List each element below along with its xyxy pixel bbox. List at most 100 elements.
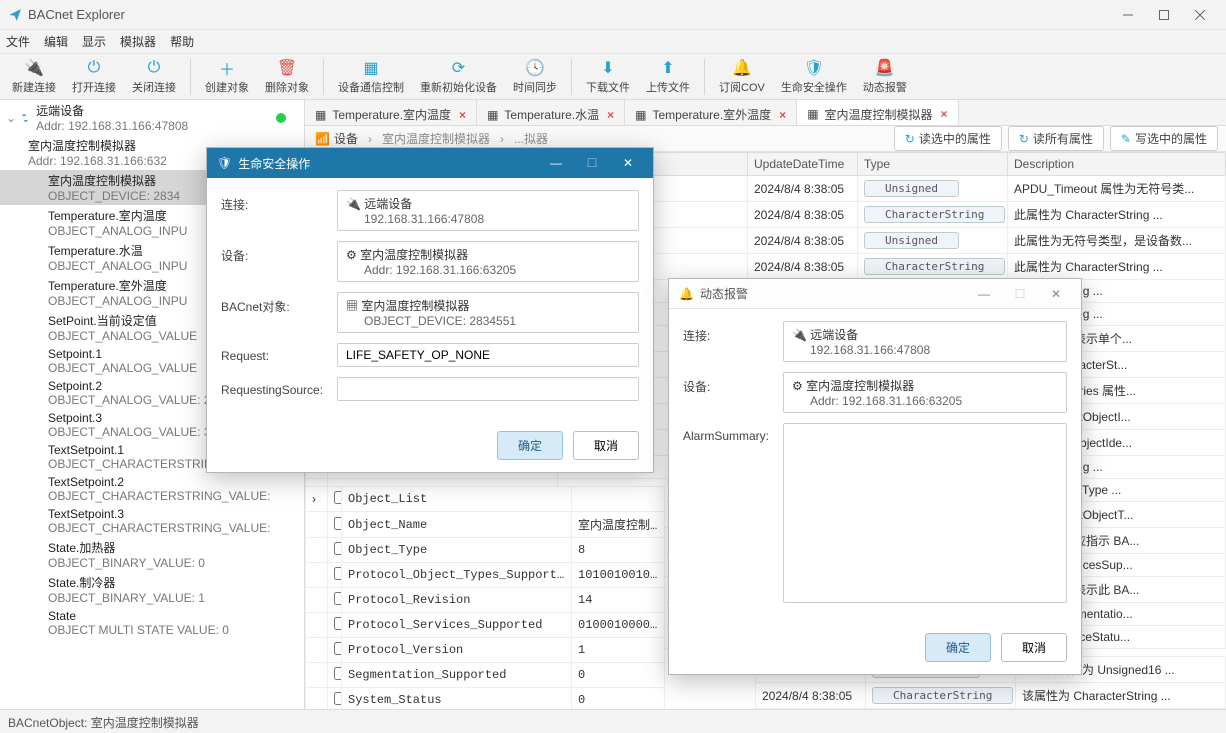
tree-item-title: State.制冷器: [48, 574, 300, 591]
close-icon[interactable]: ×: [459, 108, 466, 122]
ok-button[interactable]: 确定: [925, 633, 991, 662]
dialog-close-button[interactable]: ✕: [613, 156, 643, 170]
toolbar-alarm[interactable]: 🚨动态报警: [855, 57, 915, 97]
tree-item-sub: OBJECT_CHARACTERSTRING_VALUE:: [48, 489, 300, 503]
row-checkbox[interactable]: [334, 491, 342, 504]
toolbar-separator: [704, 59, 705, 95]
connection-picker[interactable]: 🔌 远端设备 192.168.31.166:47808: [337, 190, 639, 231]
toolbar-clock[interactable]: 🕓时间同步: [505, 57, 565, 97]
tree-object[interactable]: TextSetpoint.3OBJECT_CHARACTERSTRING_VAL…: [0, 505, 304, 537]
breadcrumb[interactable]: 📶设备: [305, 128, 368, 149]
dialog-titlebar[interactable]: 🛡 生命安全操作 — ☐ ✕: [207, 148, 653, 178]
menu-view[interactable]: 显示: [82, 33, 106, 50]
toolbar-trash[interactable]: 🗑删除对象: [257, 57, 317, 97]
dialog-maximize-button[interactable]: ☐: [577, 156, 607, 170]
grid-header-type[interactable]: Type: [858, 153, 1008, 176]
toolbar-refresh[interactable]: ⟳重新初始化设备: [412, 57, 505, 97]
alarm-icon: 🔔: [679, 287, 694, 301]
table-row[interactable]: System_Status0: [306, 688, 665, 710]
titlebar: BACnet Explorer: [0, 0, 1226, 30]
toolbar-upload[interactable]: ⬆上传文件: [638, 57, 698, 97]
table-row[interactable]: Object_Type8: [306, 538, 665, 563]
object-picker[interactable]: ▦ 室内温度控制模拟器 OBJECT_DEVICE: 2834551: [337, 292, 639, 333]
menu-file[interactable]: 文件: [6, 33, 30, 50]
connection-picker[interactable]: 🔌 远端设备 192.168.31.166:47808: [783, 321, 1067, 362]
toolbar-bell[interactable]: 🔔订阅COV: [711, 57, 773, 97]
field-label: AlarmSummary:: [683, 423, 783, 443]
field-label: RequestingSource:: [221, 377, 337, 397]
grid-icon: ▦: [315, 108, 326, 122]
device-picker[interactable]: ⚙ 室内温度控制模拟器 Addr: 192.168.31.166:63205: [783, 372, 1067, 413]
toolbar-device-grid[interactable]: ▦设备通信控制: [330, 57, 412, 97]
minimize-button[interactable]: [1110, 0, 1146, 30]
toolbar-plug[interactable]: 🔌新建连接: [4, 57, 64, 97]
ok-button[interactable]: 确定: [497, 431, 563, 460]
crumb-text: 设备: [334, 130, 358, 147]
grid-header-updatetime[interactable]: UpdateDateTime: [748, 153, 858, 176]
menu-help[interactable]: 帮助: [170, 33, 194, 50]
tab[interactable]: ▦室内温度控制模拟器×: [797, 100, 958, 125]
maximize-button[interactable]: [1146, 0, 1182, 30]
table-row[interactable]: Protocol_Object_Types_Supported101001001…: [306, 563, 665, 588]
close-icon[interactable]: ×: [941, 107, 948, 121]
table-row[interactable]: Protocol_Version1: [306, 638, 665, 663]
tree-item-title: TextSetpoint.3: [48, 507, 300, 521]
dialog-titlebar[interactable]: 🔔 动态报警 — ☐ ✕: [669, 279, 1081, 309]
tab-label: Temperature.室外温度: [652, 106, 771, 123]
toolbar-power[interactable]: ⏻打开连接: [64, 57, 124, 97]
row-checkbox[interactable]: [334, 517, 342, 530]
tree-object[interactable]: State.制冷器OBJECT_BINARY_VALUE: 1: [0, 572, 304, 607]
tree-object[interactable]: State.加热器OBJECT_BINARY_VALUE: 0: [0, 537, 304, 572]
row-checkbox[interactable]: [334, 667, 342, 680]
device-picker[interactable]: ⚙ 室内温度控制模拟器 Addr: 192.168.31.166:63205: [337, 241, 639, 282]
table-row[interactable]: Protocol_Services_Supported010001000001: [306, 613, 665, 638]
table-row[interactable]: Object_Name室内温度控制模拟: [306, 512, 665, 538]
request-select[interactable]: [337, 343, 639, 367]
table-row[interactable]: Protocol_Revision14: [306, 588, 665, 613]
dialog-title: 生命安全操作: [238, 155, 310, 172]
toolbar-power-off[interactable]: ⏻关闭连接: [124, 57, 184, 97]
row-checkbox[interactable]: [334, 692, 342, 705]
row-checkbox[interactable]: [334, 567, 342, 580]
tree-remote-device[interactable]: ⌄ 远端设备 Addr: 192.168.31.166:47808: [0, 100, 304, 135]
bell-icon: 🔔: [732, 59, 752, 77]
breadcrumb-3[interactable]: ...拟器: [504, 128, 558, 149]
row-checkbox[interactable]: [334, 642, 342, 655]
close-button[interactable]: [1182, 0, 1218, 30]
table-row[interactable]: ›Object_List: [306, 487, 665, 512]
alarm-summary-box[interactable]: [783, 423, 1067, 603]
cancel-button[interactable]: 取消: [573, 431, 639, 460]
breadcrumb-hidden[interactable]: 室内温度控制模拟器: [372, 128, 500, 149]
tree-object[interactable]: StateOBJECT MULTI STATE VALUE: 0: [0, 607, 304, 639]
row-checkbox[interactable]: [334, 542, 342, 555]
tab[interactable]: ▦Temperature.室外温度×: [625, 100, 797, 125]
dialog-minimize-button[interactable]: —: [969, 287, 999, 301]
write-selected-button[interactable]: ✎写选中的属性: [1110, 126, 1218, 151]
read-all-button[interactable]: ↻读所有属性: [1008, 126, 1104, 151]
toolbar-shield[interactable]: 🛡生命安全操作: [773, 57, 855, 97]
tree-item-sub: OBJECT MULTI STATE VALUE: 0: [48, 623, 300, 637]
dialog-minimize-button[interactable]: —: [541, 156, 571, 170]
tab[interactable]: ▦Temperature.室内温度×: [305, 100, 477, 125]
toolbar-download[interactable]: ⬇下载文件: [578, 57, 638, 97]
tree-object[interactable]: TextSetpoint.2OBJECT_CHARACTERSTRING_VAL…: [0, 473, 304, 505]
menu-edit[interactable]: 编辑: [44, 33, 68, 50]
row-checkbox[interactable]: [334, 592, 342, 605]
tree-item-sub: OBJECT_BINARY_VALUE: 1: [48, 591, 300, 605]
dialog-maximize-button[interactable]: ☐: [1005, 287, 1035, 301]
grid-header-description[interactable]: Description: [1008, 153, 1226, 176]
row-checkbox[interactable]: [334, 617, 342, 630]
read-selected-button[interactable]: ↻读选中的属性: [894, 126, 1002, 151]
table-row[interactable]: 2024/8/4 8:38:05CharacterString该属性为 Char…: [756, 683, 1226, 709]
close-icon[interactable]: ×: [779, 108, 786, 122]
toolbar-plus[interactable]: ＋创建对象: [197, 57, 257, 97]
close-icon[interactable]: ×: [607, 108, 614, 122]
menu-sim[interactable]: 模拟器: [120, 33, 156, 50]
chevron-right-icon[interactable]: ›: [312, 492, 316, 506]
tab[interactable]: ▦Temperature.水温×: [477, 100, 625, 125]
requesting-source-input[interactable]: [337, 377, 639, 401]
alarm-dialog: 🔔 动态报警 — ☐ ✕ 连接: 🔌 远端设备 192.168.31.166:4…: [668, 278, 1082, 675]
table-row[interactable]: Segmentation_Supported0: [306, 663, 665, 688]
dialog-close-button[interactable]: ✕: [1041, 287, 1071, 301]
cancel-button[interactable]: 取消: [1001, 633, 1067, 662]
